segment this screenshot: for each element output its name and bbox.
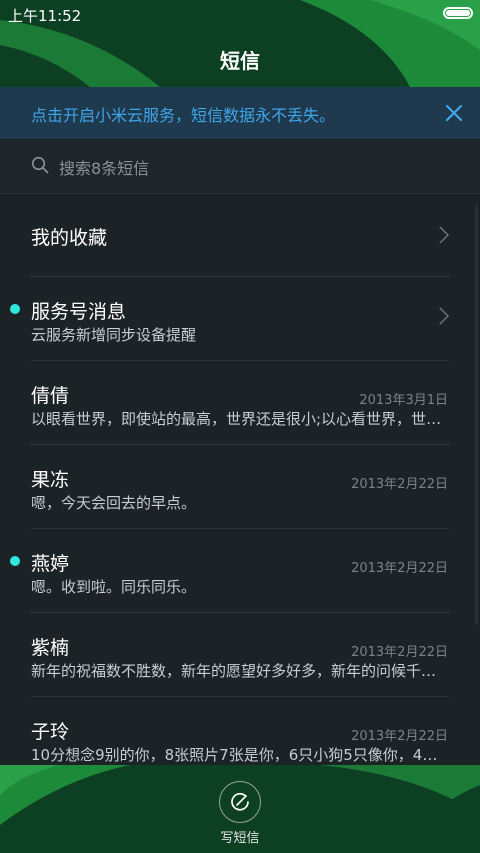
contact-name: 紫楠 xyxy=(31,637,70,659)
search-input[interactable]: 搜索8条短信 xyxy=(59,155,149,179)
cloud-service-banner[interactable]: 点击开启小米云服务，短信数据永不丢失。 xyxy=(0,87,480,139)
message-date: 2013年2月22日 xyxy=(351,729,448,744)
compose-button[interactable] xyxy=(219,781,261,823)
message-date: 2013年2月22日 xyxy=(351,645,448,660)
conversation-list: 我的收藏 服务号消息 云服务新增同步设备提醒 倩倩 2013年3月1日 以眼看世… xyxy=(0,193,480,765)
battery-icon xyxy=(443,7,473,19)
chevron-right-icon xyxy=(439,307,449,325)
scrollbar[interactable] xyxy=(475,205,478,625)
conversation-item[interactable]: 果冻 2013年2月22日 嗯，今天会回去的早点。 xyxy=(0,445,480,529)
message-date: 2013年2月22日 xyxy=(351,477,448,492)
favorites-label: 我的收藏 xyxy=(31,227,108,249)
bottom-bar: 写短信 xyxy=(0,765,480,853)
unread-dot xyxy=(10,304,20,314)
conversation-item[interactable]: 紫楠 2013年2月22日 新年的祝福数不胜数，新年的愿望好多好多，新年的问候千… xyxy=(0,613,480,697)
chevron-right-icon xyxy=(439,226,449,244)
compose-label[interactable]: 写短信 xyxy=(0,827,480,846)
favorites-row[interactable]: 我的收藏 xyxy=(0,193,480,277)
service-messages-subtitle: 云服务新增同步设备提醒 xyxy=(31,326,197,344)
service-messages-row[interactable]: 服务号消息 云服务新增同步设备提醒 xyxy=(0,277,480,361)
contact-name: 燕婷 xyxy=(31,553,70,575)
search-bar[interactable]: 搜索8条短信 xyxy=(0,139,480,194)
page-title: 短信 xyxy=(220,49,260,73)
message-preview: 以眼看世界，即使站的最高，世界还是很小;以心看世界，世界小如此大 xyxy=(31,410,449,428)
unread-dot xyxy=(10,556,20,566)
compose-icon xyxy=(231,792,249,811)
conversation-item[interactable]: 燕婷 2013年2月22日 嗯。收到啦。同乐同乐。 xyxy=(0,529,480,613)
message-preview: 10分想念9别的你，8张照片7张是你，6只小狗5只像你，4季都在想你 xyxy=(31,746,449,764)
service-messages-title: 服务号消息 xyxy=(31,301,127,323)
conversation-item[interactable]: 倩倩 2013年3月1日 以眼看世界，即使站的最高，世界还是很小;以心看世界，世… xyxy=(0,361,480,445)
contact-name: 子玲 xyxy=(31,721,70,743)
contact-name: 果冻 xyxy=(31,469,70,491)
contact-name: 倩倩 xyxy=(31,385,70,407)
message-date: 2013年3月1日 xyxy=(359,393,448,408)
message-preview: 新年的祝福数不胜数，新年的愿望好多好多，新年的问候千千万万 xyxy=(31,662,449,680)
app-header: 上午11:52 短信 xyxy=(0,0,480,87)
banner-text[interactable]: 点击开启小米云服务，短信数据永不丢失。 xyxy=(31,102,335,126)
search-icon xyxy=(31,156,49,174)
conversation-item[interactable]: 子玲 2013年2月22日 10分想念9别的你，8张照片7张是你，6只小狗5只像… xyxy=(0,697,480,765)
message-preview: 嗯，今天会回去的早点。 xyxy=(31,494,197,512)
close-icon[interactable] xyxy=(442,101,466,125)
message-preview: 嗯。收到啦。同乐同乐。 xyxy=(31,578,197,596)
message-date: 2013年2月22日 xyxy=(351,561,448,576)
status-time: 上午11:52 xyxy=(8,7,82,25)
